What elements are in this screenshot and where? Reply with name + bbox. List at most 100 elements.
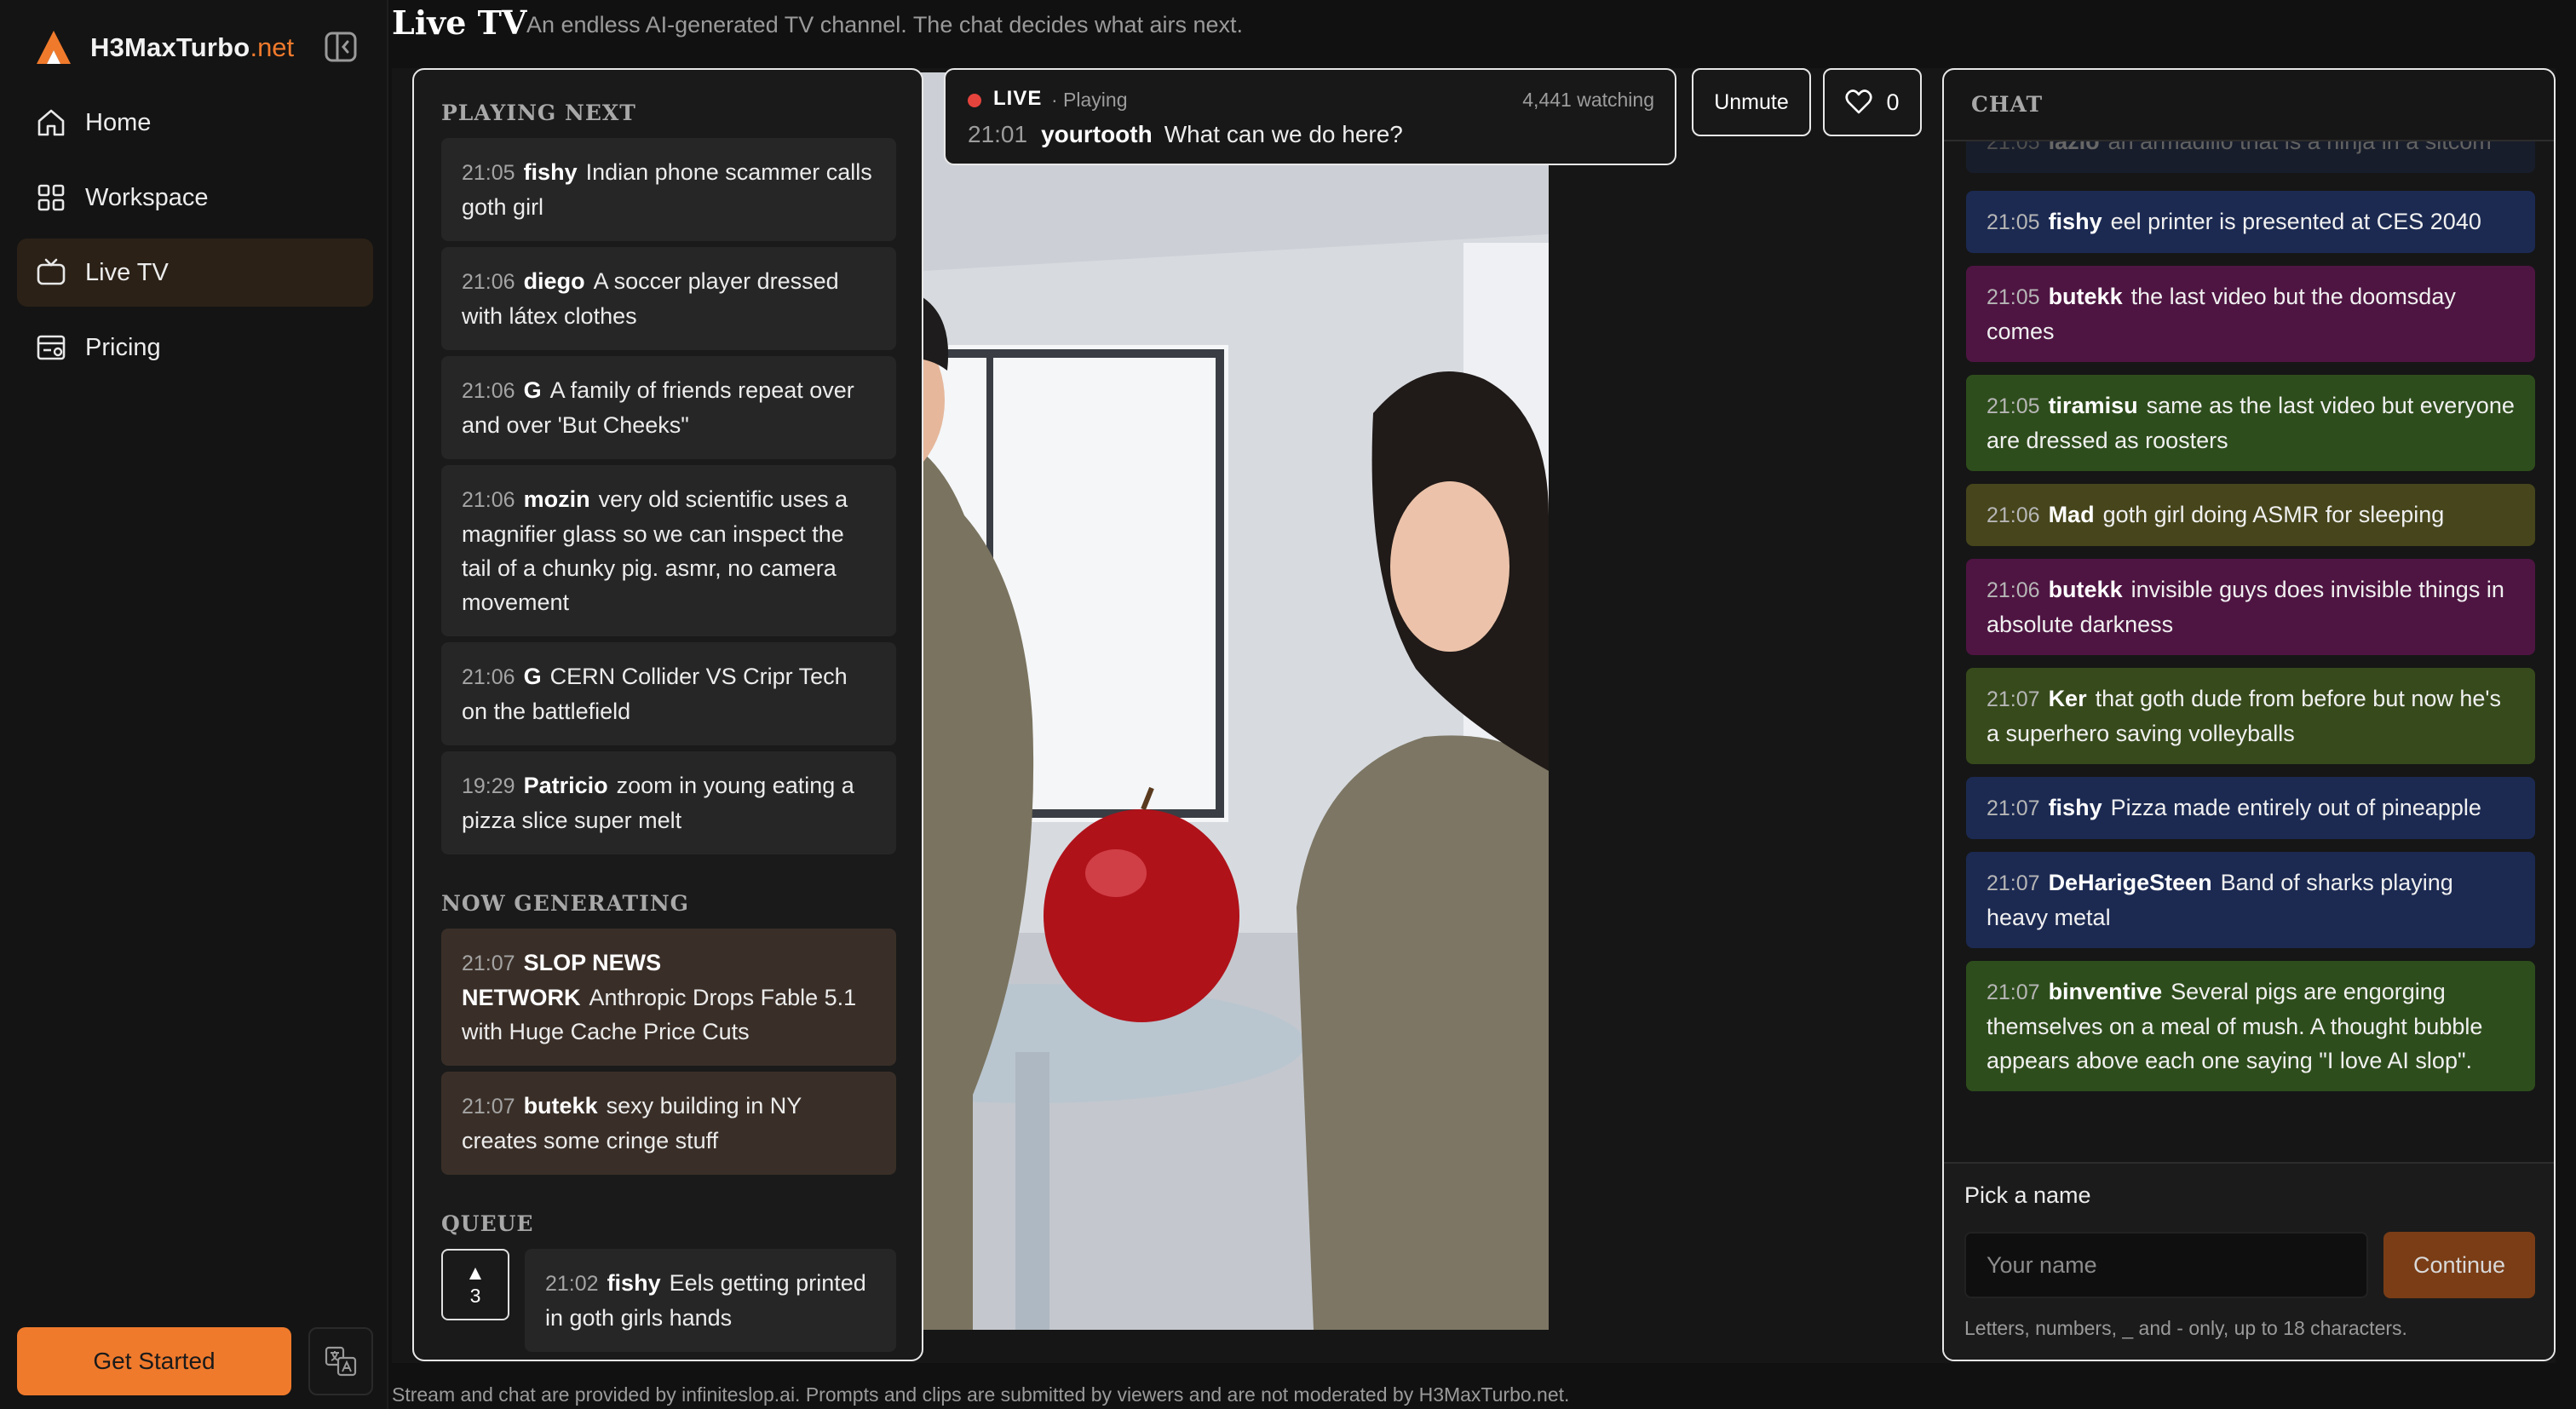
- continue-button[interactable]: Continue: [2383, 1232, 2535, 1298]
- chat-message: 21:05 lazlo an armadillo that is a ninja i…: [1966, 141, 2535, 173]
- now-playing-prompt: 21:01 yourtooth What can we do here?: [968, 121, 1403, 148]
- now-generating-item[interactable]: 21:07 butekk sexy building in NY creates s…: [441, 1072, 896, 1175]
- item-time: 21:06: [462, 488, 515, 512]
- now-playing-user: yourtooth: [1041, 121, 1153, 147]
- msg-user: butekk: [2048, 284, 2123, 309]
- nav-item-live-tv[interactable]: Live TV: [17, 239, 373, 307]
- item-user: diego: [523, 268, 585, 294]
- footer-disclaimer: Stream and chat are provided by infinite…: [392, 1383, 1570, 1406]
- msg-time: 21:07: [1987, 871, 2040, 895]
- item-user: fishy: [607, 1270, 661, 1296]
- queue-item[interactable]: 21:02 fishy Eels getting printed in goth g…: [525, 1249, 896, 1352]
- logo-icon: [37, 31, 71, 64]
- msg-time: 21:06: [1987, 503, 2040, 527]
- msg-time: 21:05: [1987, 285, 2040, 309]
- nav-item-workspace[interactable]: Workspace: [17, 164, 373, 232]
- like-count: 0: [1886, 89, 1900, 115]
- msg-time: 21:05: [1987, 394, 2040, 418]
- now-playing-time: 21:01: [968, 121, 1028, 147]
- queue-panel: PLAYING NEXT 21:05 fishy Indian phone scam…: [412, 68, 923, 1361]
- chat-message: 21:06 Mad goth girl doing ASMR for sleepin…: [1966, 484, 2535, 546]
- msg-user: Mad: [2048, 502, 2095, 527]
- now-playing-text: What can we do here?: [1164, 121, 1403, 147]
- item-time: 21:06: [462, 379, 515, 403]
- nav-label-workspace: Workspace: [85, 183, 209, 211]
- now-generating-item[interactable]: 21:07 SLOP NEWS NETWORK Anthropic Drops Fa…: [441, 929, 896, 1066]
- item-prompt: CERN Collider VS Cripr Tech on the battl…: [462, 664, 848, 724]
- home-icon: [34, 106, 68, 140]
- msg-time: 21:05: [1987, 141, 2040, 154]
- msg-user: fishy: [2048, 209, 2102, 234]
- heart-icon: [1845, 89, 1873, 114]
- item-prompt: A soccer player dressed with látex cloth…: [462, 268, 839, 329]
- item-time: 21:05: [462, 161, 515, 185]
- chat-panel: CHAT 21:05 lazlo an armadillo that is a ni…: [1942, 68, 2556, 1361]
- chat-message-list[interactable]: 21:05 lazlo an armadillo that is a ninja i…: [1944, 141, 2554, 1230]
- brand-name: H3MaxTurbo: [90, 32, 250, 62]
- tv-icon: [34, 256, 68, 290]
- now-playing-card: LIVE · Playing 4,441 watching 21:01 yourt…: [944, 68, 1676, 165]
- like-button[interactable]: 0: [1823, 68, 1922, 136]
- nav-label-pricing: Pricing: [85, 333, 161, 361]
- msg-time: 21:05: [1987, 210, 2040, 234]
- item-time: 21:07: [462, 952, 515, 975]
- item-user: G: [523, 377, 542, 403]
- item-user: fishy: [523, 159, 578, 185]
- queue-heading: QUEUE: [441, 1211, 534, 1236]
- msg-user: Ker: [2048, 686, 2087, 711]
- chat-message: 21:05 butekk the last video but the doomsd…: [1966, 266, 2535, 362]
- nav-label-home: Home: [85, 108, 152, 136]
- name-form: Pick a name Continue Letters, numbers, _…: [1944, 1162, 2554, 1360]
- live-label: LIVE: [993, 87, 1043, 110]
- playing-next-item[interactable]: 21:06 G A family of friends repeat over an…: [441, 356, 896, 459]
- nav-item-pricing[interactable]: Pricing: [17, 313, 373, 382]
- chat-message: 21:05 tiramisu same as the last video but …: [1966, 375, 2535, 471]
- playing-next-item[interactable]: 19:29 Patricio zoom in young eating a pizz…: [441, 751, 896, 854]
- chat-message: 21:07 DeHarigeSteen Band of sharks playing…: [1966, 852, 2535, 948]
- get-started-button[interactable]: Get Started: [17, 1327, 291, 1395]
- nav-item-home[interactable]: Home: [17, 89, 373, 157]
- unmute-button[interactable]: Unmute: [1692, 68, 1811, 136]
- msg-user: DeHarigeSteen: [2048, 870, 2212, 895]
- item-user: mozin: [523, 486, 590, 512]
- sidebar: H3MaxTurbo .net Home Workspace Live TV P…: [0, 0, 388, 1409]
- main-nav: Home Workspace Live TV Pricing: [17, 89, 373, 388]
- item-time: 21:02: [545, 1272, 599, 1296]
- msg-text: Pizza made entirely out of pineapple: [2110, 795, 2481, 820]
- playing-next-item[interactable]: 21:06 mozin very old scientific uses a mag…: [441, 465, 896, 636]
- upvote-button[interactable]: ▲ 3: [441, 1249, 509, 1320]
- playing-status: · Playing: [1051, 89, 1128, 111]
- item-time: 21:07: [462, 1095, 515, 1119]
- language-button[interactable]: [308, 1327, 373, 1395]
- msg-time: 21:07: [1987, 687, 2040, 711]
- nav-label-live-tv: Live TV: [85, 258, 169, 286]
- msg-time: 21:07: [1987, 797, 2040, 820]
- item-time: 21:06: [462, 270, 515, 294]
- name-input[interactable]: [1964, 1232, 2368, 1298]
- page-title: Live TV: [392, 3, 527, 42]
- item-user: butekk: [523, 1093, 598, 1119]
- playing-next-item[interactable]: 21:05 fishy Indian phone scammer calls got…: [441, 138, 896, 241]
- playing-next-item[interactable]: 21:06 G CERN Collider VS Cripr Tech on the…: [441, 642, 896, 745]
- chat-message: 21:07 Ker that goth dude from before but n…: [1966, 668, 2535, 764]
- msg-user: tiramisu: [2048, 393, 2138, 418]
- item-user: G: [523, 664, 542, 689]
- now-generating-heading: NOW GENERATING: [441, 891, 690, 916]
- live-indicator-icon: [968, 94, 981, 107]
- sidebar-toggle-icon[interactable]: [324, 31, 358, 63]
- msg-text: eel printer is presented at CES 2040: [2110, 209, 2481, 234]
- vote-count: 3: [469, 1284, 481, 1307]
- msg-text: an armadillo that is a ninja in a sitcom: [2107, 141, 2492, 154]
- name-form-label: Pick a name: [1964, 1182, 2091, 1208]
- playing-next-item[interactable]: 21:06 diego A soccer player dressed with l…: [441, 247, 896, 350]
- item-prompt: A family of friends repeat over and over…: [462, 377, 854, 438]
- brand[interactable]: H3MaxTurbo .net: [34, 26, 294, 70]
- pricing-icon: [34, 331, 68, 365]
- msg-user: fishy: [2048, 795, 2102, 820]
- msg-user: butekk: [2048, 577, 2123, 602]
- msg-text: goth girl doing ASMR for sleeping: [2102, 502, 2445, 527]
- msg-user: binventive: [2048, 979, 2163, 1004]
- brand-tld: .net: [250, 32, 295, 62]
- chat-message: 21:07 binventive Several pigs are engorgin…: [1966, 961, 2535, 1091]
- chat-title: CHAT: [1971, 92, 2044, 117]
